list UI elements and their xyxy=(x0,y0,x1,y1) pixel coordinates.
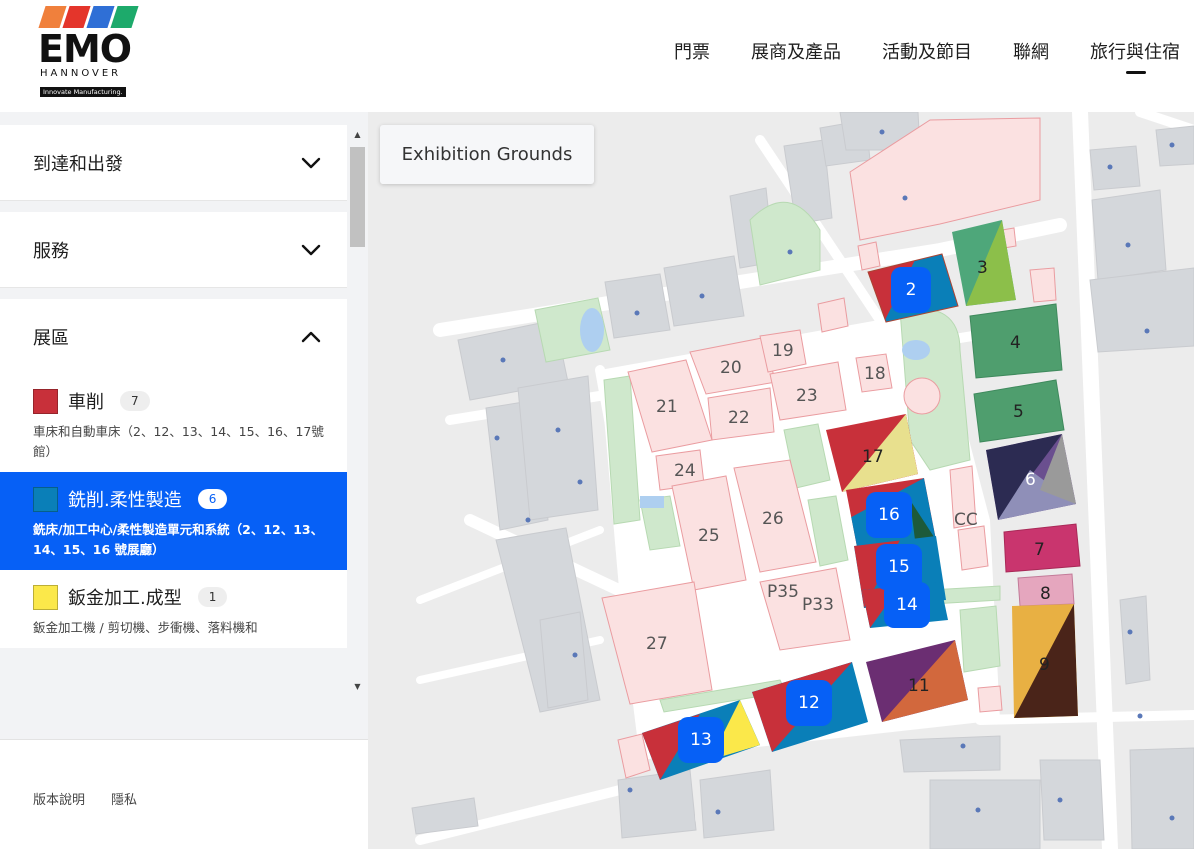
sidebar-footer: 版本說明 隱私 xyxy=(33,789,137,808)
hall-13-marker[interactable]: 13 xyxy=(678,717,724,763)
map-sidebar: 到達和出發 服務 展區 車削 7 車床和自動車床（2、12、13、14、15、1… xyxy=(0,112,368,849)
category-name: 銑削.柔性製造 xyxy=(68,490,182,511)
hall-3-label: 3 xyxy=(977,258,988,278)
hall-17-label: 17 xyxy=(862,447,884,467)
emo-hannover-logo[interactable]: EMO HANNOVER Innovate Manufacturing. xyxy=(38,6,139,98)
category-milling[interactable]: 銑削.柔性製造 6 銑床/加工中心/柔性製造單元和系統（2、12、13、14、1… xyxy=(0,472,347,570)
category-description: 車床和自動車床（2、12、13、14、15、16、17號館） xyxy=(33,424,324,459)
hall-6-label: 6 xyxy=(1025,470,1036,490)
cc-label: CC xyxy=(954,510,978,530)
hall-23-label: 23 xyxy=(796,386,818,406)
accordion-title: 展區 xyxy=(33,327,69,349)
hall-18-label: 18 xyxy=(864,364,886,384)
hall-21-label: 21 xyxy=(656,397,678,417)
count-badge: 1 xyxy=(197,587,228,607)
accordion-title: 到達和出發 xyxy=(33,153,123,175)
accordion-arrival-departure: 到達和出發 xyxy=(0,125,347,201)
map-title-label: Exhibition Grounds xyxy=(380,125,594,184)
hall-24-label: 24 xyxy=(674,461,696,481)
hall-22-label: 22 xyxy=(728,408,750,428)
sidebar-scrollbar[interactable]: ▲ ▼ xyxy=(347,125,368,695)
accordion-header-areas[interactable]: 展區 xyxy=(0,299,347,374)
hall-16-marker[interactable]: 16 xyxy=(866,492,912,538)
category-name: 車削 xyxy=(68,392,104,413)
logo-tagline: Innovate Manufacturing. xyxy=(40,87,126,97)
main-nav: 門票 展商及產品 活動及節目 聯網 旅行與住宿 xyxy=(674,38,1180,74)
nav-exhibitors-products[interactable]: 展商及產品 xyxy=(751,38,841,64)
accordion-header-services[interactable]: 服務 xyxy=(0,212,347,287)
hall-2-marker[interactable]: 2 xyxy=(891,267,931,313)
privacy-link[interactable]: 隱私 xyxy=(111,789,137,808)
chevron-down-icon xyxy=(301,153,321,173)
accordion-exhibition-areas: 展區 車削 7 車床和自動車床（2、12、13、14、15、16、17號館） 銑… xyxy=(0,299,347,648)
category-sheet-metal[interactable]: 鈑金加工.成型 1 鈑金加工機 / 剪切機、步衝機、落料機和 xyxy=(0,570,347,648)
category-name: 鈑金加工.成型 xyxy=(68,588,182,609)
category-description: 銑床/加工中心/柔性製造單元和系統（2、12、13、14、15、16 號展廳） xyxy=(33,522,324,557)
map-canvas[interactable]: 3 4 5 6 7 8 9 11 17 18 19 20 21 22 23 24… xyxy=(368,112,1194,849)
nav-tickets[interactable]: 門票 xyxy=(674,38,710,64)
nav-travel-accommodation[interactable]: 旅行與住宿 xyxy=(1090,38,1180,74)
scroll-down-arrow-icon[interactable]: ▼ xyxy=(347,677,368,695)
hall-19-label: 19 xyxy=(772,341,794,361)
hall-8-label: 8 xyxy=(1040,584,1051,604)
hall-7-label: 7 xyxy=(1034,540,1045,560)
hall-27-label: 27 xyxy=(646,634,668,654)
logo-stripes xyxy=(38,6,139,28)
nav-networking[interactable]: 聯網 xyxy=(1013,38,1049,64)
nav-events[interactable]: 活動及節目 xyxy=(882,38,972,64)
exhibition-map[interactable]: 3 4 5 6 7 8 9 11 17 18 19 20 21 22 23 24… xyxy=(368,112,1194,849)
count-badge: 6 xyxy=(197,489,228,509)
color-swatch xyxy=(33,584,58,610)
scroll-up-arrow-icon[interactable]: ▲ xyxy=(347,125,368,143)
hall-14-marker[interactable]: 14 xyxy=(884,582,930,628)
site-header: EMO HANNOVER Innovate Manufacturing. 門票 … xyxy=(0,0,1194,112)
p35-label: P35 xyxy=(767,582,799,602)
chevron-down-icon xyxy=(301,240,321,260)
hall-20-label: 20 xyxy=(720,358,742,378)
imprint-link[interactable]: 版本說明 xyxy=(33,789,85,808)
category-turning[interactable]: 車削 7 車床和自動車床（2、12、13、14、15、16、17號館） xyxy=(0,374,347,472)
sidebar-scroll-area[interactable]: 到達和出發 服務 展區 車削 7 車床和自動車床（2、12、13、14、15、1… xyxy=(0,125,347,695)
category-description: 鈑金加工機 / 剪切機、步衝機、落料機和 xyxy=(33,620,258,635)
p33-label: P33 xyxy=(802,595,834,615)
hall-9-label: 9 xyxy=(1039,655,1050,675)
hall-25-label: 25 xyxy=(698,526,720,546)
hall-4-label: 4 xyxy=(1010,333,1021,353)
accordion-services: 服務 xyxy=(0,212,347,288)
accordion-header-arrival[interactable]: 到達和出發 xyxy=(0,125,347,200)
color-swatch xyxy=(33,388,58,414)
accordion-title: 服務 xyxy=(33,240,69,262)
scroll-thumb[interactable] xyxy=(350,147,365,247)
logo-word: EMO xyxy=(38,27,132,71)
color-swatch xyxy=(33,486,58,512)
hall-11-label: 11 xyxy=(908,676,930,696)
hall-26-label: 26 xyxy=(762,509,784,529)
hall-12-marker[interactable]: 12 xyxy=(786,680,832,726)
hall-5-label: 5 xyxy=(1013,402,1024,422)
chevron-up-icon xyxy=(301,327,321,347)
count-badge: 7 xyxy=(120,391,150,411)
